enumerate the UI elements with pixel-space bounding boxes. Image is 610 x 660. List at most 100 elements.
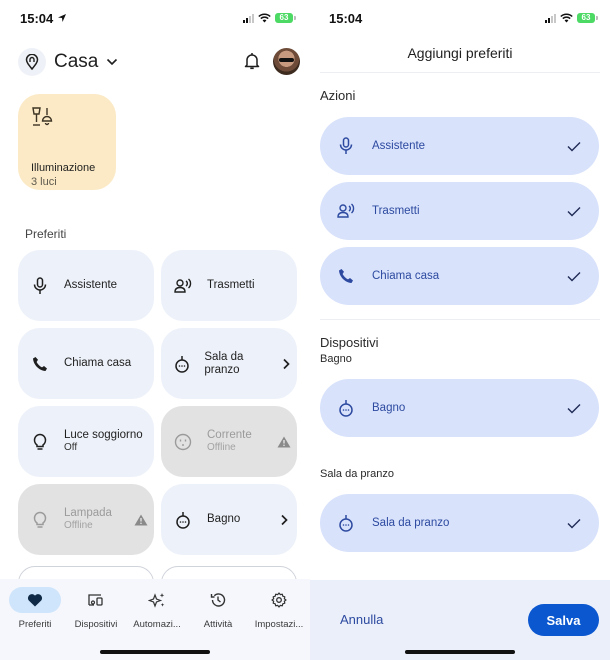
status-bar: 15:04 63 <box>310 0 610 36</box>
tile-label: Assistente <box>64 279 118 291</box>
nav-label: Impostazi... <box>254 619 304 630</box>
nav-label: Preferiti <box>18 619 52 630</box>
warning-icon <box>271 436 297 448</box>
page-title: Aggiungi preferiti <box>407 45 513 61</box>
tile-label: Bagno <box>207 513 241 525</box>
sheet-footer: Annulla Salva <box>310 580 610 660</box>
phone-icon <box>336 268 356 284</box>
tile-status: Offline <box>64 520 93 531</box>
check-icon <box>567 141 581 151</box>
home-indicator <box>100 650 210 654</box>
tile-assistente[interactable]: Assistente <box>18 250 154 321</box>
tile-luce-soggiorno[interactable]: Luce soggiorno Off <box>18 406 154 477</box>
chevron-right-icon <box>271 514 297 526</box>
divider <box>320 72 600 73</box>
nav-preferiti[interactable]: Preferiti <box>4 587 66 630</box>
warning-icon <box>128 514 154 526</box>
lighting-subtitle: 3 luci <box>31 176 57 188</box>
nav-automazioni[interactable]: Automazi... <box>126 587 188 630</box>
tile-trasmetti[interactable]: Trasmetti <box>161 250 297 321</box>
status-icons: 63 <box>545 13 598 23</box>
room-label: Sala da pranzo <box>320 468 394 480</box>
cast-speaker-icon <box>336 203 356 219</box>
cast-speaker-icon <box>173 277 193 294</box>
home-indicator <box>405 650 515 654</box>
chip-label: Sala da pranzo <box>372 517 450 529</box>
wifi-icon <box>560 13 573 23</box>
favorites-label: Preferiti <box>25 227 67 241</box>
nav-dispositivi[interactable]: Dispositivi <box>65 587 127 630</box>
cancel-button[interactable]: Annulla <box>340 612 383 627</box>
home-selector[interactable]: Casa <box>18 46 124 78</box>
chip-label: Bagno <box>372 402 406 414</box>
location-arrow-icon <box>58 14 66 22</box>
status-bar: 15:04 63 <box>0 0 310 36</box>
chip-chiama-casa[interactable]: Chiama casa <box>320 247 599 305</box>
check-icon <box>567 518 581 528</box>
nav-label: Automazi... <box>133 619 181 630</box>
chip-assistente[interactable]: Assistente <box>320 117 599 175</box>
avatar[interactable] <box>273 48 300 75</box>
tile-label: Sala da pranzo <box>204 350 244 376</box>
gear-icon <box>253 587 305 613</box>
check-icon <box>567 271 581 281</box>
sparkle-icon <box>131 587 183 613</box>
home-screen: 15:04 63 Casa Illuminazione 3 luci Prefe… <box>0 0 310 660</box>
nav-attivita[interactable]: Attività <box>187 587 249 630</box>
bell-icon[interactable] <box>244 52 260 70</box>
tile-chiama-casa[interactable]: Chiama casa <box>18 328 154 399</box>
home-name: Casa <box>54 51 99 72</box>
lighting-title: Illuminazione <box>31 162 96 174</box>
battery-level: 63 <box>275 13 293 23</box>
tile-label: Trasmetti <box>207 279 255 291</box>
speaker-device-icon <box>336 514 356 532</box>
room-label: Bagno <box>320 353 352 365</box>
devices-icon <box>70 587 122 613</box>
chip-sala-da-pranzo[interactable]: Sala da pranzo <box>320 494 599 552</box>
tile-sala-da-pranzo[interactable]: Sala da pranzo <box>161 328 297 399</box>
speaker-device-icon <box>336 399 356 417</box>
check-icon <box>567 206 581 216</box>
actions-section-label: Azioni <box>320 88 356 103</box>
tile-label: Corrente <box>207 429 252 441</box>
chip-label: Chiama casa <box>372 270 440 282</box>
chevron-right-icon <box>274 358 297 370</box>
tile-corrente[interactable]: Corrente Offline <box>161 406 297 477</box>
battery-icon: 63 <box>275 13 296 23</box>
microphone-icon <box>30 276 50 295</box>
wifi-icon <box>258 13 271 23</box>
home-header: Casa <box>18 42 300 82</box>
tile-lampada[interactable]: Lampada Offline <box>18 484 154 555</box>
nav-impostazioni[interactable]: Impostazi... <box>248 587 310 630</box>
chip-bagno[interactable]: Bagno <box>320 379 599 437</box>
outlet-icon <box>173 433 193 451</box>
divider <box>320 319 600 320</box>
location-pin-icon <box>18 48 46 76</box>
cellular-signal-icon <box>545 13 556 23</box>
chip-trasmetti[interactable]: Trasmetti <box>320 182 599 240</box>
devices-section-label: Dispositivi <box>320 335 379 350</box>
status-time: 15:04 <box>20 11 54 26</box>
chip-label: Assistente <box>372 140 426 152</box>
tile-label: Lampada <box>64 507 112 519</box>
tile-label: Luce soggiorno <box>64 429 143 441</box>
nav-label: Attività <box>203 619 233 630</box>
lighting-tile[interactable]: Illuminazione 3 luci <box>18 94 116 190</box>
cellular-signal-icon <box>243 13 254 23</box>
save-button[interactable]: Salva <box>528 604 599 636</box>
add-favorites-screen: 15:04 63 Aggiungi preferiti Azioni Assis… <box>310 0 610 660</box>
check-icon <box>567 403 581 413</box>
tile-status: Offline <box>207 442 236 453</box>
tile-bagno[interactable]: Bagno <box>161 484 297 555</box>
microphone-icon <box>336 137 356 155</box>
battery-level: 63 <box>577 13 595 23</box>
speaker-device-icon <box>173 355 190 373</box>
phone-icon <box>30 356 50 372</box>
status-time: 15:04 <box>329 11 363 26</box>
tile-status: Off <box>64 442 78 453</box>
bottom-navigation: Preferiti Dispositivi Automazi... Attivi… <box>0 579 310 660</box>
chip-label: Trasmetti <box>372 205 420 217</box>
lightbulb-icon <box>30 433 50 451</box>
lightbulb-icon <box>30 511 50 529</box>
speaker-device-icon <box>173 511 193 529</box>
